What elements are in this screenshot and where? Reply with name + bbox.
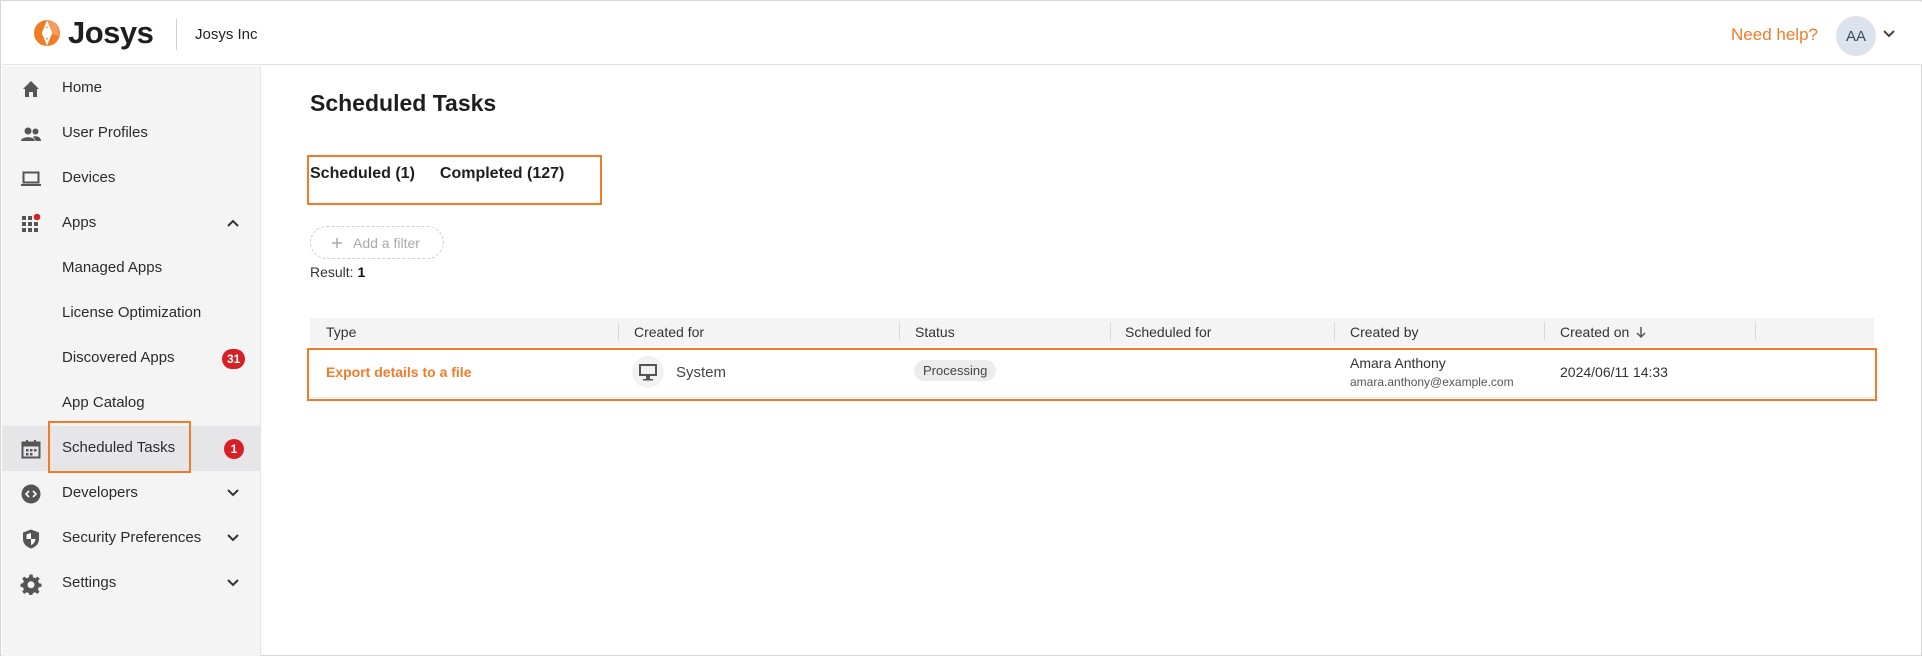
sidebar: Home User Profiles Devices Apps Managed … bbox=[2, 66, 261, 656]
sidebar-item-label: App Catalog bbox=[62, 394, 145, 411]
sidebar-item-label: Developers bbox=[62, 484, 138, 501]
result-summary: Result: 1 bbox=[310, 264, 365, 280]
result-label: Result: bbox=[310, 264, 354, 280]
result-count: 1 bbox=[357, 264, 366, 280]
column-divider[interactable] bbox=[899, 323, 900, 340]
home-icon bbox=[23, 81, 39, 97]
chevron-down-icon[interactable] bbox=[226, 578, 240, 588]
column-divider[interactable] bbox=[1334, 323, 1335, 340]
tab-bar: Scheduled (1) Completed (127) bbox=[310, 165, 564, 183]
chevron-down-icon[interactable] bbox=[226, 488, 240, 498]
brand-logo[interactable]: Josys bbox=[32, 15, 154, 51]
chevron-down-icon[interactable] bbox=[1882, 29, 1896, 39]
chevron-up-icon[interactable] bbox=[226, 218, 240, 228]
count-badge: 1 bbox=[224, 439, 244, 459]
chevron-down-icon[interactable] bbox=[226, 533, 240, 543]
sidebar-item-label: Discovered Apps bbox=[62, 349, 175, 366]
need-help-link[interactable]: Need help? bbox=[1731, 25, 1818, 45]
column-divider[interactable] bbox=[618, 323, 619, 340]
users-icon bbox=[21, 127, 41, 141]
app-window: Josys Josys Inc Need help? AA Home User … bbox=[0, 0, 1922, 656]
sidebar-item-apps[interactable]: Apps bbox=[2, 201, 261, 246]
sidebar-item-label: Managed Apps bbox=[62, 259, 163, 276]
column-header-type[interactable]: Type bbox=[326, 324, 356, 340]
add-filter-button[interactable]: Add a filter bbox=[310, 226, 444, 259]
sidebar-item-label: Apps bbox=[62, 214, 97, 231]
page-title: Scheduled Tasks bbox=[310, 90, 497, 116]
organization-name: Josys Inc bbox=[195, 26, 258, 43]
sidebar-item-developers[interactable]: Developers bbox=[2, 471, 261, 516]
sidebar-item-label: Devices bbox=[62, 169, 116, 186]
calendar-icon bbox=[21, 440, 41, 459]
sidebar-item-license-optimization[interactable]: License Optimization bbox=[2, 291, 261, 336]
sidebar-item-settings[interactable]: Settings bbox=[2, 561, 261, 606]
avatar[interactable]: AA bbox=[1836, 16, 1876, 56]
developer-gear-icon bbox=[21, 484, 41, 504]
column-header-created-for[interactable]: Created for bbox=[634, 324, 704, 340]
apps-grid-icon bbox=[22, 213, 41, 232]
column-header-status[interactable]: Status bbox=[915, 324, 955, 340]
shield-icon bbox=[23, 529, 39, 549]
sidebar-item-label: Security Preferences bbox=[62, 529, 202, 546]
sidebar-item-security-preferences[interactable]: Security Preferences bbox=[2, 516, 261, 561]
sort-arrow-down-icon[interactable] bbox=[1635, 326, 1647, 339]
sidebar-item-managed-apps[interactable]: Managed Apps bbox=[2, 246, 261, 291]
add-filter-label: Add a filter bbox=[353, 234, 420, 251]
sidebar-item-home[interactable]: Home bbox=[2, 66, 261, 111]
highlight-box bbox=[307, 348, 1877, 401]
brand-name: Josys bbox=[68, 15, 154, 50]
column-divider[interactable] bbox=[1544, 323, 1545, 340]
josys-logo-icon bbox=[34, 20, 60, 46]
sidebar-item-label: Home bbox=[62, 79, 103, 96]
column-header-created-on[interactable]: Created on bbox=[1560, 324, 1647, 340]
sidebar-item-user-profiles[interactable]: User Profiles bbox=[2, 111, 261, 156]
top-bar: Josys Josys Inc Need help? AA bbox=[2, 2, 1922, 65]
tab-completed[interactable]: Completed (127) bbox=[440, 165, 564, 183]
column-divider[interactable] bbox=[1755, 323, 1756, 340]
tab-scheduled[interactable]: Scheduled (1) bbox=[310, 165, 415, 183]
sidebar-item-app-catalog[interactable]: App Catalog bbox=[2, 381, 261, 426]
header-divider bbox=[176, 19, 177, 50]
count-badge: 31 bbox=[222, 349, 246, 369]
column-header-scheduled-for[interactable]: Scheduled for bbox=[1125, 324, 1211, 340]
sidebar-item-label: Settings bbox=[62, 574, 117, 591]
column-header-created-by[interactable]: Created by bbox=[1350, 324, 1418, 340]
laptop-icon bbox=[21, 171, 41, 186]
column-header-label: Created on bbox=[1560, 324, 1630, 340]
sidebar-item-label: License Optimization bbox=[62, 304, 202, 321]
gear-icon bbox=[20, 574, 42, 595]
sidebar-item-discovered-apps[interactable]: Discovered Apps 31 bbox=[2, 336, 261, 381]
table-header: Type Created for Status Scheduled for Cr… bbox=[310, 318, 1874, 346]
plus-icon bbox=[332, 237, 342, 248]
column-divider[interactable] bbox=[1110, 323, 1111, 340]
sidebar-item-devices[interactable]: Devices bbox=[2, 156, 261, 201]
sidebar-item-label: User Profiles bbox=[62, 124, 148, 141]
highlight-box bbox=[48, 421, 191, 473]
